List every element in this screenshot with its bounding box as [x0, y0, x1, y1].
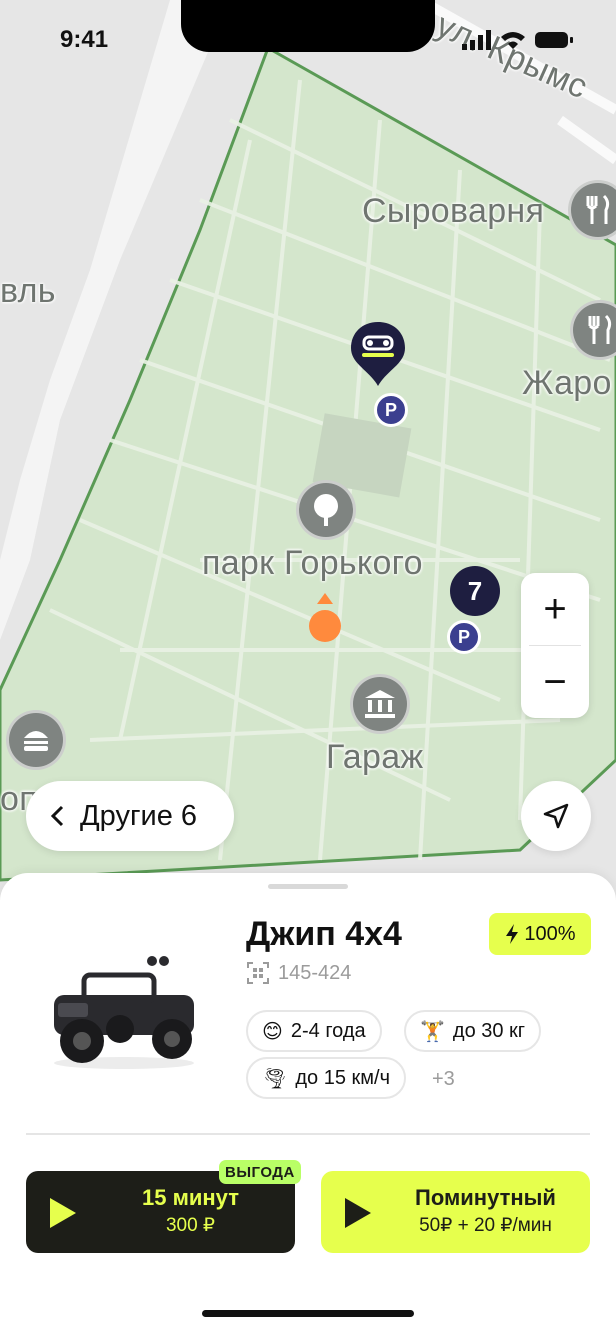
- other-vehicles-label: Другие 6: [80, 799, 198, 832]
- per-minute-button[interactable]: Поминутный 50₽ + 20 ₽/мин: [321, 1171, 590, 1253]
- vehicle-cluster-marker[interactable]: 7: [450, 566, 500, 616]
- status-icons: [462, 30, 574, 50]
- speed-chip-label: до 15 км/ч: [295, 1066, 391, 1089]
- user-heading-arrow: [317, 593, 333, 604]
- vehicle-bottom-sheet: Джип 4x4 100% 145-424 😊 2-4 года 🏋 до 30…: [0, 873, 616, 1332]
- signal-icon: [462, 30, 491, 50]
- wifi-icon: [501, 32, 525, 49]
- park-tree-icon[interactable]: [296, 480, 356, 540]
- sheet-handle[interactable]: [268, 884, 348, 889]
- vehicle-marker[interactable]: [349, 320, 407, 388]
- burger-icon[interactable]: [6, 710, 66, 770]
- museum-icon[interactable]: [350, 674, 410, 734]
- play-icon: [50, 1198, 76, 1228]
- user-location-dot: [309, 610, 341, 642]
- status-time: 9:41: [60, 26, 109, 53]
- sheet-divider: [26, 1133, 590, 1135]
- age-chip: 😊 2-4 года: [246, 1010, 382, 1052]
- play-icon: [345, 1198, 371, 1228]
- parking-marker[interactable]: P: [447, 620, 481, 654]
- map-base: [0, 0, 616, 900]
- age-chip-label: 2-4 года: [290, 1019, 366, 1042]
- lightning-icon: [506, 924, 519, 944]
- weight-chip-label: до 30 кг: [452, 1019, 526, 1042]
- more-features-count[interactable]: +3: [432, 1068, 455, 1091]
- weightlifter-icon: 🏋: [420, 1020, 445, 1043]
- park-label: парк Горького: [202, 544, 423, 582]
- package-price: 300 ₽: [165, 1215, 216, 1236]
- tornado-icon: 🌪: [262, 1067, 288, 1090]
- navigation-arrow-icon: [543, 803, 569, 829]
- zoom-control: + −: [521, 573, 589, 718]
- zoom-out-button[interactable]: −: [521, 646, 589, 718]
- parking-marker[interactable]: P: [374, 393, 408, 427]
- other-vehicles-button[interactable]: Другие 6: [26, 781, 234, 851]
- vehicle-title: Джип 4x4: [246, 915, 402, 953]
- chevron-left-icon: [50, 805, 64, 827]
- jeep-toy-image: [54, 956, 194, 1069]
- weight-chip: 🏋 до 30 кг: [404, 1010, 542, 1052]
- deal-badge: ВЫГОДА: [219, 1160, 301, 1184]
- vehicle-code-text: 145-424: [278, 961, 352, 984]
- smile-icon: 😊: [262, 1020, 283, 1043]
- my-location-button[interactable]: [521, 781, 591, 851]
- home-indicator: [202, 1310, 414, 1317]
- vehicle-code: 145-424: [246, 961, 351, 985]
- battery-level: 100%: [524, 922, 576, 945]
- area-label-left: вль: [0, 272, 56, 310]
- status-bar: 9:41: [0, 0, 616, 80]
- notch: [181, 0, 435, 52]
- qr-code-icon: [247, 962, 269, 984]
- speed-chip: 🌪 до 15 км/ч: [246, 1057, 407, 1099]
- poi-label-zharo: Жаро: [522, 364, 612, 402]
- per-minute-title: Поминутный: [415, 1185, 556, 1210]
- battery-icon: [535, 32, 573, 48]
- per-minute-price: 50₽ + 20 ₽/мин: [419, 1215, 552, 1236]
- poi-label-syrovarnya: Сыроварня: [362, 192, 545, 230]
- battery-badge: 100%: [489, 913, 591, 955]
- package-title: 15 минут: [142, 1185, 239, 1210]
- zoom-in-button[interactable]: +: [521, 573, 589, 645]
- map-view[interactable]: ул. Крымс Сыроварня Жаро парк Горького Г…: [0, 0, 616, 900]
- poi-label-garage: Гараж: [326, 738, 424, 776]
